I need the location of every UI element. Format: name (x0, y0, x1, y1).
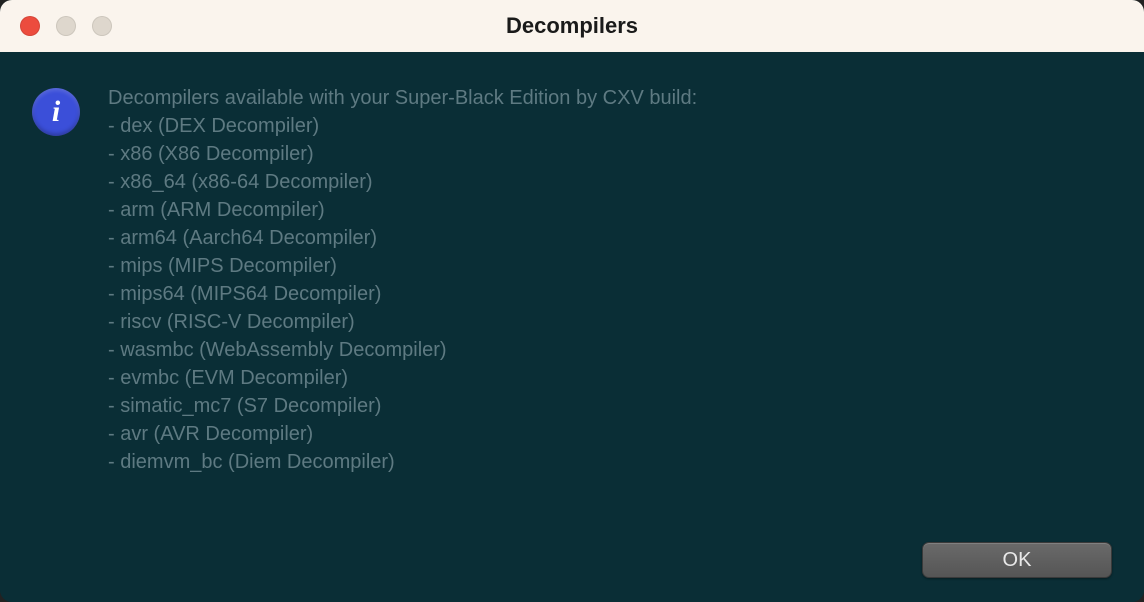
list-item: - arm64 (Aarch64 Decompiler) (108, 224, 1112, 252)
dialog-window: Decompilers i Decompilers available with… (0, 0, 1144, 602)
icon-column: i (32, 84, 80, 582)
list-item: - dex (DEX Decompiler) (108, 112, 1112, 140)
window-title: Decompilers (506, 13, 638, 39)
list-item: - mips64 (MIPS64 Decompiler) (108, 280, 1112, 308)
list-item: - arm (ARM Decompiler) (108, 196, 1112, 224)
dialog-content: i Decompilers available with your Super-… (0, 52, 1144, 602)
ok-button[interactable]: OK (922, 542, 1112, 578)
list-item: - x86 (X86 Decompiler) (108, 140, 1112, 168)
info-icon: i (32, 88, 80, 136)
maximize-window-button[interactable] (92, 16, 112, 36)
list-item: - diemvm_bc (Diem Decompiler) (108, 448, 1112, 476)
minimize-window-button[interactable] (56, 16, 76, 36)
close-window-button[interactable] (20, 16, 40, 36)
window-controls (20, 16, 112, 36)
message-heading: Decompilers available with your Super-Bl… (108, 84, 1112, 112)
list-item: - simatic_mc7 (S7 Decompiler) (108, 392, 1112, 420)
list-item: - evmbc (EVM Decompiler) (108, 364, 1112, 392)
list-item: - mips (MIPS Decompiler) (108, 252, 1112, 280)
list-item: - riscv (RISC-V Decompiler) (108, 308, 1112, 336)
message-text: Decompilers available with your Super-Bl… (108, 84, 1112, 582)
list-item: - avr (AVR Decompiler) (108, 420, 1112, 448)
dialog-footer: OK (922, 542, 1112, 578)
titlebar: Decompilers (0, 0, 1144, 52)
list-item: - wasmbc (WebAssembly Decompiler) (108, 336, 1112, 364)
list-item: - x86_64 (x86-64 Decompiler) (108, 168, 1112, 196)
decompiler-list: - dex (DEX Decompiler)- x86 (X86 Decompi… (108, 112, 1112, 476)
